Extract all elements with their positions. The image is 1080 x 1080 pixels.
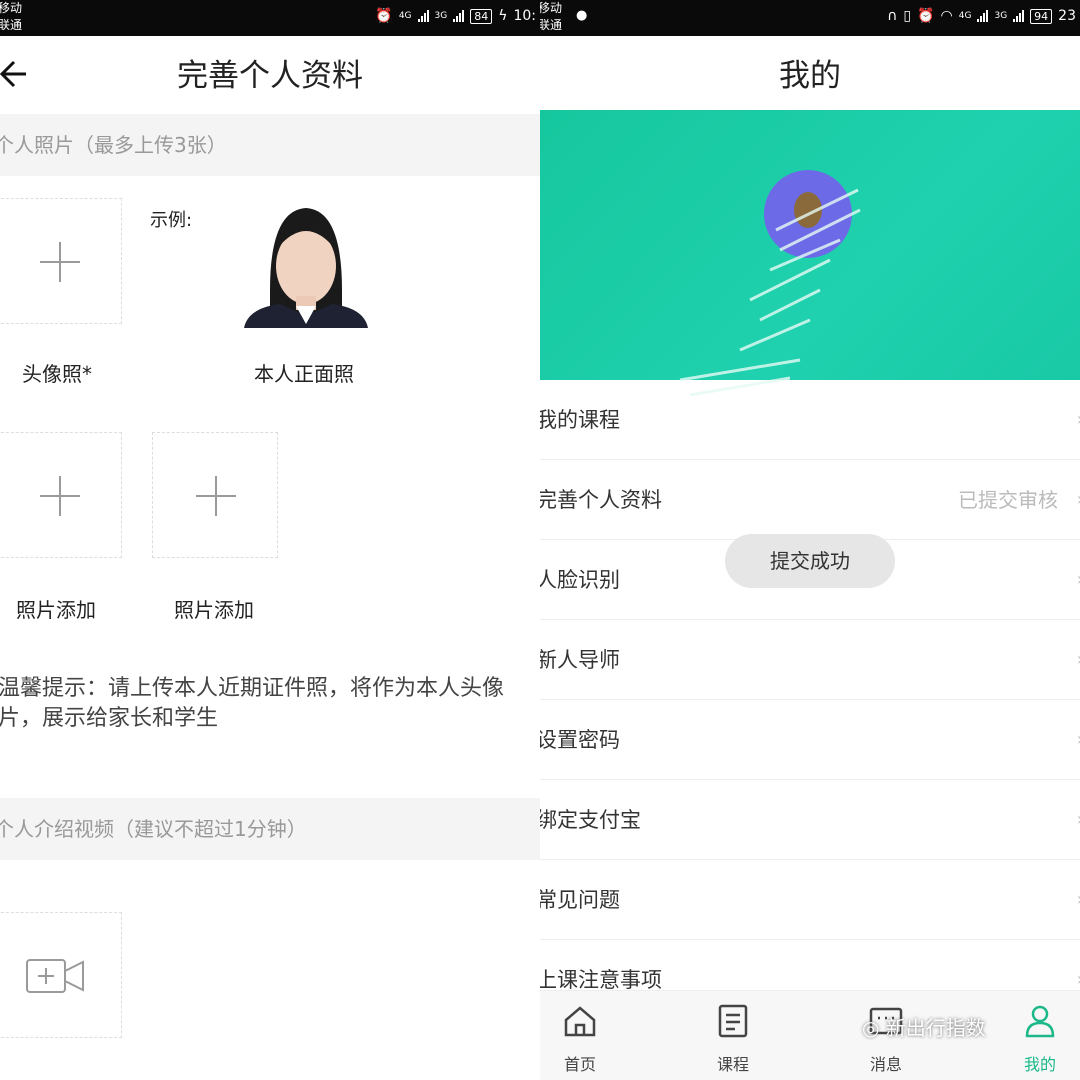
clock: 10: (513, 8, 536, 24)
menu-item-label: 绑定支付宝 (540, 808, 641, 832)
charging-icon: ϟ (498, 8, 508, 24)
video-upload-box[interactable] (0, 912, 122, 1038)
photo-section-header: 个人照片（最多上传3张） (0, 114, 540, 176)
sample-caption: 本人正面照 (254, 362, 354, 386)
menu-item-label: 人脸识别 (540, 568, 620, 592)
tip-line: 温馨提示：请上传本人近期证件照，将作为本人头像 (0, 676, 505, 701)
wechat-icon: ◎ (862, 1016, 886, 1040)
menu-item-bind-alipay[interactable]: 绑定支付宝 › (540, 780, 1080, 860)
profile-banner (540, 110, 1080, 397)
menu-item-complete-profile[interactable]: 完善个人资料 已提交审核 › (540, 460, 1080, 540)
signal-icon (1013, 10, 1025, 22)
status-bar: 移动 联通 ⏰ 4G 3G 84 ϟ 10: (0, 0, 540, 36)
add-photo-label: 照片添加 (174, 598, 254, 622)
home-icon (564, 1006, 596, 1037)
menu-item-faq[interactable]: 常见问题 › (540, 860, 1080, 940)
tab-label: 首页 (563, 1055, 596, 1074)
profile-icon (1025, 1005, 1055, 1038)
menu-item-set-password[interactable]: 设置密码 › (540, 700, 1080, 780)
success-toast: 提交成功 (725, 534, 895, 588)
avatar-upload-box[interactable] (0, 198, 122, 324)
clock: 23 (1058, 8, 1076, 24)
plus-icon (40, 242, 80, 282)
tip-line: 片，展示给家长和学生 (0, 706, 219, 731)
tab-label: 我的 (1023, 1055, 1056, 1074)
menu-item-my-courses[interactable]: 我的课程 › (540, 380, 1080, 460)
video-section-header: 个人介绍视频（建议不超过1分钟） (0, 798, 540, 860)
plus-icon (40, 476, 80, 516)
tab-home[interactable]: 首页 (540, 991, 630, 1080)
vibrate-icon: ▯ (903, 8, 912, 24)
menu-item-label: 常见问题 (540, 888, 620, 912)
title-bar: 完善个人资料 (0, 36, 540, 110)
menu-item-label: 我的课程 (540, 408, 620, 432)
wechat-watermark: ◎ 新出行指数 (862, 1012, 986, 1041)
review-status: 已提交审核 (958, 488, 1058, 512)
menu-item-label: 设置密码 (540, 728, 620, 752)
video-camera-icon (26, 959, 84, 993)
signal-icon (453, 10, 465, 22)
menu-item-label: 新人导师 (540, 648, 620, 672)
add-photo-label: 照片添加 (16, 598, 96, 622)
watermark-text: 新出行指数 (885, 1016, 986, 1040)
example-label: 示例: (150, 210, 193, 231)
menu-item-label: 完善个人资料 (540, 488, 662, 512)
alarm-icon: ⏰ (375, 8, 393, 24)
plus-icon (196, 476, 236, 516)
network-type: 3G (994, 11, 1008, 21)
alarm-icon: ⏰ (917, 8, 935, 24)
carrier-label: 联通 (540, 18, 563, 32)
avatar-label: 头像照* (22, 362, 92, 386)
battery-level: 94 (1030, 8, 1053, 24)
wifi-icon: ◠ (940, 8, 953, 24)
page-title: 完善个人资料 (177, 58, 363, 94)
photo-upload-box[interactable] (0, 432, 122, 558)
headset-icon: ∩ (887, 8, 898, 24)
title-bar: 我的 (540, 36, 1080, 110)
status-bar: 移动 联通 ● ∩ ▯ ⏰ ◠ 4G 3G 94 23 (540, 0, 1080, 36)
course-icon (718, 1004, 748, 1038)
sample-portrait-image (240, 200, 372, 328)
network-type: 3G (434, 11, 448, 21)
tab-profile[interactable]: 我的 (990, 991, 1080, 1080)
bottom-tab-bar: 首页 课程 消息 我的 (540, 990, 1080, 1080)
carrier-label: 联通 (0, 18, 23, 32)
my-profile-screen: 移动 联通 ● ∩ ▯ ⏰ ◠ 4G 3G 94 23 我的 我的课程 完善个人… (540, 0, 1080, 1080)
redacted-avatar-image (679, 170, 861, 397)
page-title: 我的 (779, 58, 841, 94)
carrier-label: 移动 (0, 1, 23, 15)
photo-upload-box[interactable] (152, 432, 278, 558)
network-type: 4G (398, 11, 412, 21)
signal-icon (977, 10, 989, 22)
network-type: 4G (958, 11, 972, 21)
tab-label: 消息 (869, 1055, 902, 1074)
tab-label: 课程 (716, 1055, 749, 1074)
tab-courses[interactable]: 课程 (683, 991, 783, 1080)
edit-profile-screen: 移动 联通 ⏰ 4G 3G 84 ϟ 10: 完善个人资料 个人照片（最多上传3… (0, 0, 540, 1080)
upload-tip: 温馨提示：请上传本人近期证件照，将作为本人头像 片，展示给家长和学生 (0, 674, 540, 734)
signal-icon (417, 10, 429, 22)
wechat-icon: ● (576, 8, 588, 23)
battery-level: 84 (470, 8, 493, 24)
carrier-label: 移动 (540, 1, 563, 15)
menu-item-mentor[interactable]: 新人导师 › (540, 620, 1080, 700)
